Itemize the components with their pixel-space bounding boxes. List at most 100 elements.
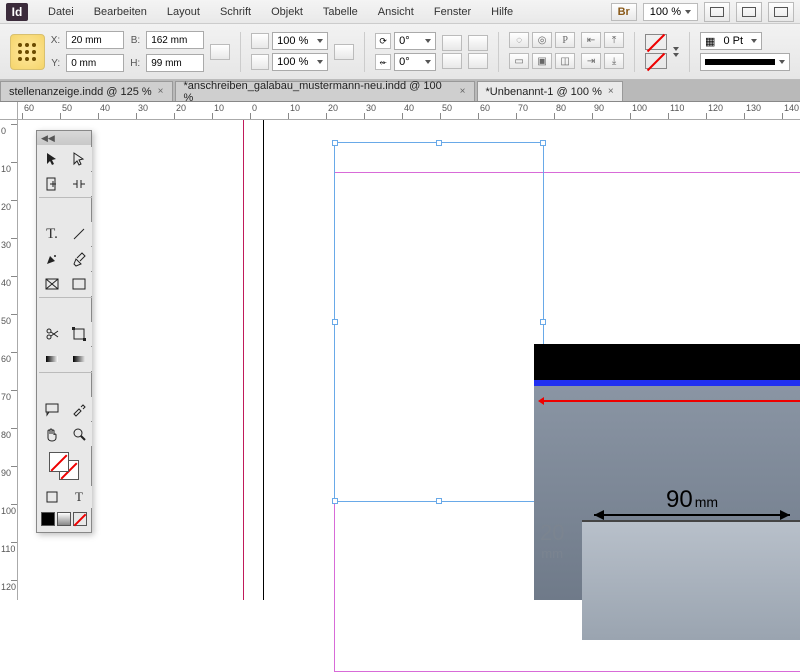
align-right-button[interactable]: ⇥ [581,53,601,69]
fill-dd-icon[interactable] [673,47,679,51]
formatting-text-button[interactable]: T [66,486,92,508]
doc-tab-1[interactable]: *anschreiben_galabau_mustermann-neu.indd… [175,81,475,101]
selection-box[interactable] [334,142,544,502]
gradient-feather-tool[interactable] [66,347,92,371]
select-container-button[interactable]: ◌ [509,32,529,48]
apply-none-button[interactable] [73,512,87,526]
zoom-tool[interactable] [66,422,92,446]
arrange-documents-button[interactable] [768,2,794,22]
scale-y-field[interactable]: 100 % [272,53,328,71]
formatting-container-button[interactable] [39,486,65,508]
fill-swatch[interactable] [645,34,667,50]
rotate-field[interactable]: 0° [394,32,436,50]
zoom-level-dropdown[interactable]: 100 % [643,3,698,21]
free-transform-tool[interactable] [66,322,92,346]
shear-icon: ⬰ [375,54,391,70]
close-icon[interactable]: × [158,86,164,97]
canvas[interactable]: 90mm 20 mm [18,120,800,600]
w-field[interactable]: 162 mm [146,31,204,49]
selection-handle[interactable] [332,498,338,504]
menu-schrift[interactable]: Schrift [210,3,261,21]
selection-handle[interactable] [332,140,338,146]
ruler-origin[interactable] [0,102,18,120]
menu-fenster[interactable]: Fenster [424,3,481,21]
close-icon[interactable]: × [608,86,614,97]
select-content-button[interactable]: ◎ [532,32,552,48]
scissors-tool[interactable] [39,322,65,346]
pen-tool[interactable] [39,247,65,271]
dimension-90: 90mm [594,486,790,516]
rectangle-frame-tool[interactable] [39,272,65,296]
close-icon[interactable]: × [460,86,466,97]
view-options-button[interactable] [704,2,730,22]
control-strip: X: 20 mm B: 162 mm Y: 0 mm H: 99 mm 100 … [0,24,800,80]
doc-tab-0[interactable]: stellenanzeige.indd @ 125 %× [0,81,173,101]
selection-handle[interactable] [436,140,442,146]
direct-selection-tool[interactable] [66,147,92,171]
fit-frame-button[interactable]: ▣ [532,53,552,69]
apply-color-button[interactable] [41,512,55,526]
x-field[interactable]: 20 mm [66,31,124,49]
stroke-swatch[interactable] [645,53,667,69]
align-top-button[interactable]: ⤒ [604,32,624,48]
rectangle-tool[interactable] [66,272,92,296]
y-field[interactable]: 0 mm [66,54,124,72]
menu-tabelle[interactable]: Tabelle [313,3,368,21]
note-tool[interactable] [39,397,65,421]
tools-panel-header[interactable]: ◀◀ [37,131,91,145]
hand-tool[interactable] [39,422,65,446]
page-tool[interactable] [39,172,65,196]
align-left-button[interactable]: ⇤ [581,32,601,48]
p-button[interactable]: P [555,32,575,48]
workspace: 6050403020100102030405060708090100110120… [0,102,800,600]
menu-bearbeiten[interactable]: Bearbeiten [84,3,157,21]
screen-mode-button[interactable] [736,2,762,22]
dimension-unit: mm [695,494,718,510]
selection-handle[interactable] [332,319,338,325]
tools-panel[interactable]: ◀◀ T. T [36,130,92,533]
rotate-ccw-button[interactable] [442,53,462,69]
stroke-style-dropdown[interactable] [700,53,790,71]
selection-handle[interactable] [540,319,546,325]
fill-color-swatch[interactable] [49,452,69,472]
selection-handle[interactable] [540,140,546,146]
type-tool[interactable]: T. [39,222,65,246]
app-logo: Id [6,3,28,21]
align-bottom-button[interactable]: ⤓ [604,53,624,69]
menu-hilfe[interactable]: Hilfe [481,3,523,21]
rotate-cw-button[interactable] [442,35,462,51]
constrain-wh-button[interactable] [210,44,230,60]
dimension-value: 90 [666,486,693,513]
eyedropper-tool[interactable] [66,397,92,421]
fill-stroke-swatch[interactable] [49,452,79,480]
center-content-button[interactable]: ◫ [555,53,575,69]
reference-point-button[interactable] [10,34,45,70]
selection-tool[interactable] [39,147,65,171]
menu-layout[interactable]: Layout [157,3,210,21]
stroke-weight-field[interactable]: ▦0 Pt [700,32,762,50]
gap-tool[interactable] [66,172,92,196]
flip-v-button[interactable] [468,53,488,69]
stroke-dd-icon[interactable] [673,53,679,57]
bridge-button[interactable]: Br [611,3,637,21]
h-field[interactable]: 99 mm [146,54,204,72]
shear-field[interactable]: 0° [394,53,436,71]
menu-bar: Id Datei Bearbeiten Layout Schrift Objek… [0,0,800,24]
menu-datei[interactable]: Datei [38,3,84,21]
pencil-tool[interactable] [66,247,92,271]
menu-objekt[interactable]: Objekt [261,3,313,21]
menu-ansicht[interactable]: Ansicht [368,3,424,21]
doc-tab-2[interactable]: *Unbenannt-1 @ 100 %× [477,81,623,101]
placed-object[interactable]: 90mm 20 mm [534,344,800,600]
constrain-scale-button[interactable] [334,44,354,60]
apply-gradient-button[interactable] [57,512,71,526]
line-tool[interactable] [66,222,92,246]
scale-x-field[interactable]: 100 % [272,32,328,50]
ruler-horizontal[interactable]: 6050403020100102030405060708090100110120… [18,102,800,120]
ruler-vertical[interactable]: 0102030405060708090100110120 [0,120,18,600]
fit-content-button[interactable]: ▭ [509,53,529,69]
w-label: B: [130,35,140,46]
selection-handle[interactable] [436,498,442,504]
gradient-swatch-tool[interactable] [39,347,65,371]
flip-h-button[interactable] [468,35,488,51]
